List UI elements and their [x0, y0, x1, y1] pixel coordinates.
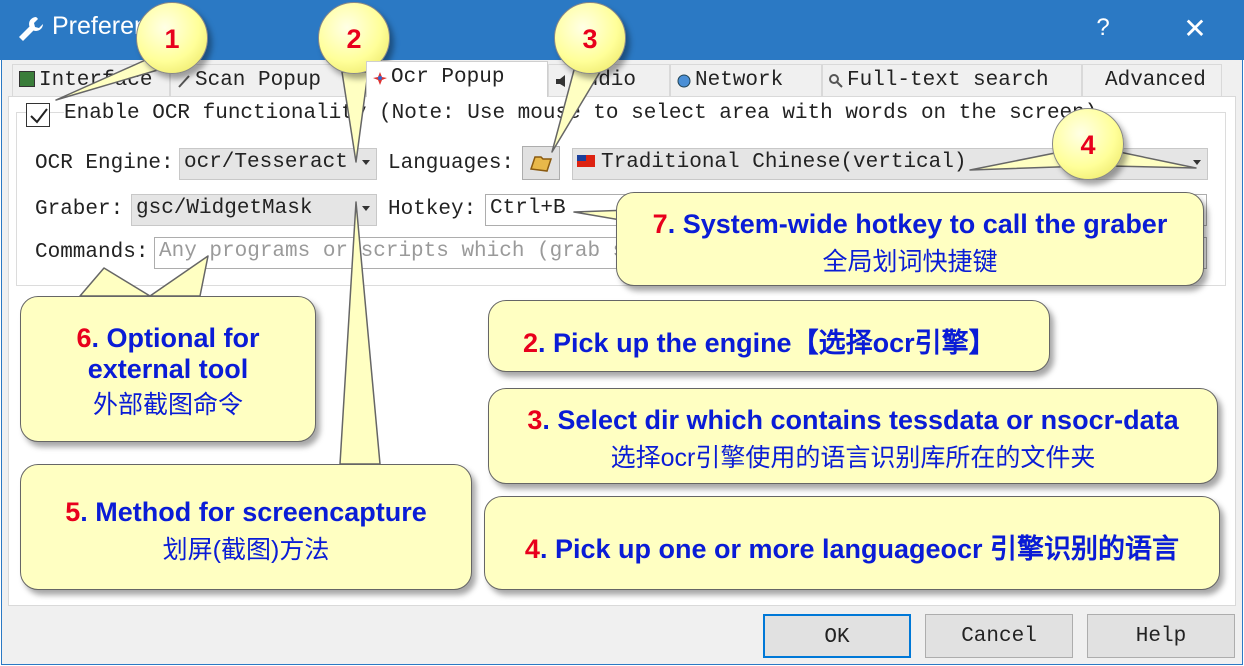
enable-ocr-checkbox[interactable]	[26, 103, 50, 127]
ocr-engine-label: OCR Engine:	[35, 152, 174, 175]
commands-label: Commands:	[35, 241, 149, 264]
wand-icon	[177, 72, 191, 89]
folder-button[interactable]	[522, 146, 560, 180]
note-engine: 2. Pick up the engine【选择ocr引擎】	[488, 300, 1050, 372]
languages-label: Languages:	[388, 152, 515, 175]
folder-icon	[529, 156, 553, 172]
globe-icon	[677, 72, 691, 88]
chevron-down-icon	[362, 206, 370, 211]
ocr-engine-select[interactable]: ocr/Tesseract	[179, 148, 377, 180]
tab-ocr-popup[interactable]: Ocr Popup	[366, 61, 548, 97]
enable-ocr-label: Enable OCR functionality (Note: Use mous…	[64, 102, 1102, 125]
chevron-down-icon	[362, 160, 370, 165]
note-commands: 6. Optional for external tool 外部截图命令	[20, 296, 316, 442]
wrench-icon	[16, 14, 46, 44]
taiwan-flag-icon	[577, 155, 595, 168]
callout-bubble-3: 3	[554, 2, 626, 74]
callout-bubble-4: 4	[1052, 108, 1124, 180]
chevron-down-icon	[1193, 160, 1201, 165]
note-languages: 4. Pick up one or more languageocr 引擎识别的…	[484, 496, 1220, 590]
tab-advanced[interactable]: Advanced	[1082, 64, 1222, 96]
note-graber: 5. Method for screencapture 划屏(截图)方法	[20, 464, 472, 590]
ok-button[interactable]: OK	[763, 614, 911, 658]
hotkey-label: Hotkey:	[388, 198, 477, 221]
tab-network[interactable]: Network	[670, 64, 822, 96]
magnifier-icon	[829, 72, 843, 89]
graber-select[interactable]: gsc/WidgetMask	[131, 194, 377, 226]
monitor-icon	[19, 71, 35, 88]
window-title: Preferen	[52, 12, 148, 40]
graber-label: Graber:	[35, 198, 124, 221]
help-button[interactable]: Help	[1087, 614, 1235, 658]
note-hotkey: 7. System-wide hotkey to call the graber…	[616, 192, 1204, 286]
close-button[interactable]: ✕	[1170, 12, 1220, 46]
checkmark-icon	[30, 108, 48, 124]
cancel-button[interactable]: Cancel	[925, 614, 1073, 658]
tab-full-text-search[interactable]: Full-text search	[822, 64, 1082, 96]
help-title-button[interactable]: ?	[1080, 14, 1126, 46]
note-languages-dir: 3. Select dir which contains tessdata or…	[488, 388, 1218, 484]
speaker-icon	[555, 72, 569, 88]
color-star-icon	[373, 69, 387, 86]
tab-audio[interactable]: Audio	[548, 64, 670, 96]
callout-bubble-1: 1	[136, 2, 208, 74]
tab-interface[interactable]: Interface	[12, 64, 170, 96]
